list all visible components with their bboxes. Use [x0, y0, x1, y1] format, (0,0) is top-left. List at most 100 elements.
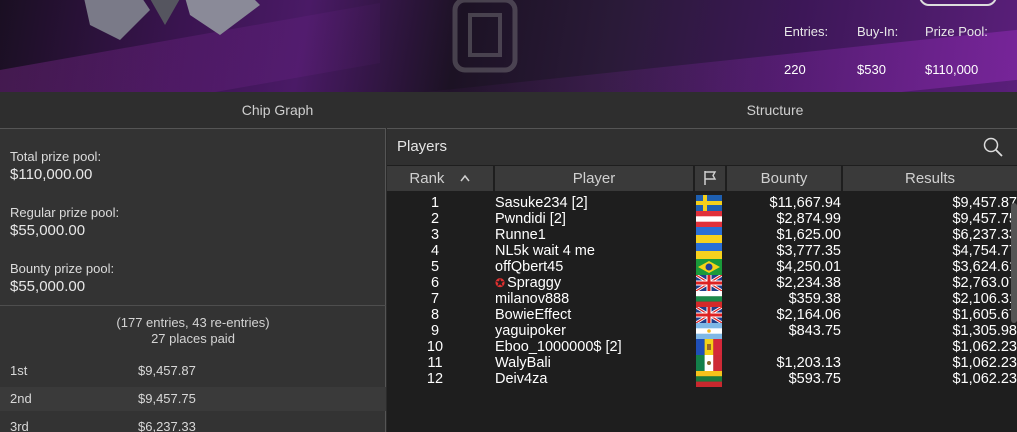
payout-place: 3rd	[10, 419, 29, 432]
bounty-prize-pool-value: $55,000.00	[10, 278, 86, 295]
table-row[interactable]: 6 ✪ Spraggy $2,234.38 $2,763.07	[387, 275, 1017, 291]
bounty-cell: $4,250.01	[776, 259, 841, 275]
table-row[interactable]: 7 milanov888 $359.38 $2,106.31	[387, 291, 1017, 307]
tab-structure[interactable]: Structure	[555, 92, 995, 128]
stat-entries: Entries: 220	[784, 24, 828, 77]
stat-prize-pool-label: Prize Pool:	[925, 24, 988, 39]
player-name: Spraggy	[507, 275, 562, 291]
banner-emblem-icon	[452, 0, 518, 73]
column-results[interactable]: Results	[843, 166, 1017, 191]
result-cell: $2,763.07	[952, 275, 1017, 291]
bulgaria-flag-icon	[696, 291, 722, 307]
player-cell: WalyBali	[495, 355, 551, 371]
bounty-cell: $1,625.00	[776, 227, 841, 243]
column-player[interactable]: Player	[495, 166, 693, 191]
table-row[interactable]: 11 WalyBali $1,203.13 $1,062.23	[387, 355, 1017, 371]
tab-bar: Chip Graph Structure	[0, 92, 1017, 128]
table-row[interactable]: 12 Deiv4za $593.75 $1,062.23	[387, 371, 1017, 387]
players-header: Players	[387, 129, 1017, 165]
ambassador-star-icon: ✪	[495, 276, 506, 290]
table-row[interactable]: 8 BowieEffect $2,164.06 $1,605.67	[387, 307, 1017, 323]
rank-cell: 2	[430, 211, 440, 227]
stat-prize-pool-value: $110,000	[925, 62, 979, 77]
player-cell: yaguipoker	[495, 323, 566, 339]
uk-flag-icon	[696, 275, 722, 291]
rank-cell: 9	[430, 323, 440, 339]
rank-cell: 12	[426, 371, 444, 387]
payout-amount: $9,457.87	[138, 363, 196, 378]
bounty-cell: $2,874.99	[776, 211, 841, 227]
entries-count: (177 entries, 43 re-entries)	[116, 315, 270, 330]
regular-prize-pool: Regular prize pool: $55,000.00	[10, 205, 119, 239]
rank-cell: 4	[430, 243, 440, 259]
column-flag[interactable]	[695, 166, 725, 191]
player-cell: Deiv4za	[495, 371, 548, 387]
stat-buyin: Buy-In: $530	[857, 24, 898, 77]
player-cell: offQbert45	[495, 259, 564, 275]
stat-prize-pool: Prize Pool: $110,000	[925, 24, 988, 77]
panel-divider	[0, 305, 386, 306]
player-cell: NL5k wait 4 me	[495, 243, 595, 259]
result-cell: $3,624.61	[952, 259, 1017, 275]
column-bounty[interactable]: Bounty	[727, 166, 841, 191]
entries-info: (177 entries, 43 re-entries) 27 places p…	[0, 315, 386, 347]
search-icon[interactable]	[983, 137, 1003, 157]
total-prize-pool: Total prize pool: $110,000.00	[10, 149, 101, 183]
player-cell: milanov888	[495, 291, 570, 307]
players-panel: Players Rank Player Bounty Results 1 Sas…	[387, 128, 1017, 432]
players-scrollbar[interactable]	[1011, 203, 1017, 323]
player-cell: Pwndidi [2]	[495, 211, 566, 227]
austria-flag-icon	[696, 211, 722, 227]
payout-row: 3rd $6,237.33	[0, 415, 386, 432]
sweden-flag-icon	[696, 195, 722, 211]
total-prize-pool-value: $110,000.00	[10, 166, 93, 183]
payout-place: 2nd	[10, 391, 32, 406]
table-row[interactable]: 2 Pwndidi [2] $2,874.99 $9,457.75	[387, 211, 1017, 227]
rank-cell: 3	[430, 227, 440, 243]
total-prize-pool-label: Total prize pool:	[10, 149, 102, 164]
lithuania-flag-icon	[696, 371, 722, 387]
player-cell: Eboo_1000000$ [2]	[495, 339, 622, 355]
result-cell: $2,106.31	[952, 291, 1017, 307]
payout-row: 2nd $9,457.75	[0, 387, 386, 411]
player-cell: ✪ Spraggy	[495, 275, 561, 291]
result-cell: $6,237.33	[952, 227, 1017, 243]
ukraine-flag-icon	[696, 227, 722, 243]
moldova-flag-icon	[696, 339, 722, 355]
stat-buyin-value: $530	[857, 62, 886, 77]
bounty-cell: $3,777.35	[776, 243, 841, 259]
table-row[interactable]: 3 Runne1 $1,625.00 $6,237.33	[387, 227, 1017, 243]
ukraine-flag-icon	[696, 243, 722, 259]
player-cell: Sasuke234 [2]	[495, 195, 588, 211]
payout-amount: $6,237.33	[138, 419, 196, 432]
rank-cell: 11	[427, 355, 443, 371]
result-cell: $9,457.87	[952, 195, 1017, 211]
table-row[interactable]: 4 NL5k wait 4 me $3,777.35 $4,754.77	[387, 243, 1017, 259]
payout-place: 1st	[10, 363, 28, 378]
rank-cell: 10	[426, 339, 444, 355]
tournament-banner: Entries: 220 Buy-In: $530 Prize Pool: $1…	[0, 0, 1017, 92]
banner-button[interactable]	[919, 0, 997, 6]
tab-chip-graph[interactable]: Chip Graph	[0, 92, 555, 128]
column-rank[interactable]: Rank	[387, 166, 493, 191]
table-row[interactable]: 10 Eboo_1000000$ [2] $1,062.23	[387, 339, 1017, 355]
result-cell: $1,305.98	[952, 323, 1017, 339]
argentina-flag-icon	[696, 323, 722, 339]
bounty-cell: $843.75	[788, 323, 841, 339]
table-row[interactable]: 1 Sasuke234 [2] $11,667.94 $9,457.87	[387, 195, 1017, 211]
bounty-cell: $2,164.06	[776, 307, 841, 323]
bounty-cell: $11,667.94	[769, 195, 842, 211]
bounty-prize-pool: Bounty prize pool: $55,000.00	[10, 261, 114, 295]
player-cell: Runne1	[495, 227, 546, 243]
uk-flag-icon	[696, 307, 722, 323]
table-row[interactable]: 5 offQbert45 $4,250.01 $3,624.61	[387, 259, 1017, 275]
stat-buyin-label: Buy-In:	[857, 24, 899, 39]
rank-cell: 1	[430, 195, 440, 211]
result-cell: $4,754.77	[952, 243, 1017, 259]
bounty-prize-pool-label: Bounty prize pool:	[10, 261, 115, 276]
result-cell: $1,062.23	[952, 339, 1017, 355]
players-title: Players	[397, 138, 448, 155]
table-row[interactable]: 9 yaguipoker $843.75 $1,305.98	[387, 323, 1017, 339]
sort-ascending-icon	[460, 174, 470, 182]
rank-cell: 7	[430, 291, 440, 307]
